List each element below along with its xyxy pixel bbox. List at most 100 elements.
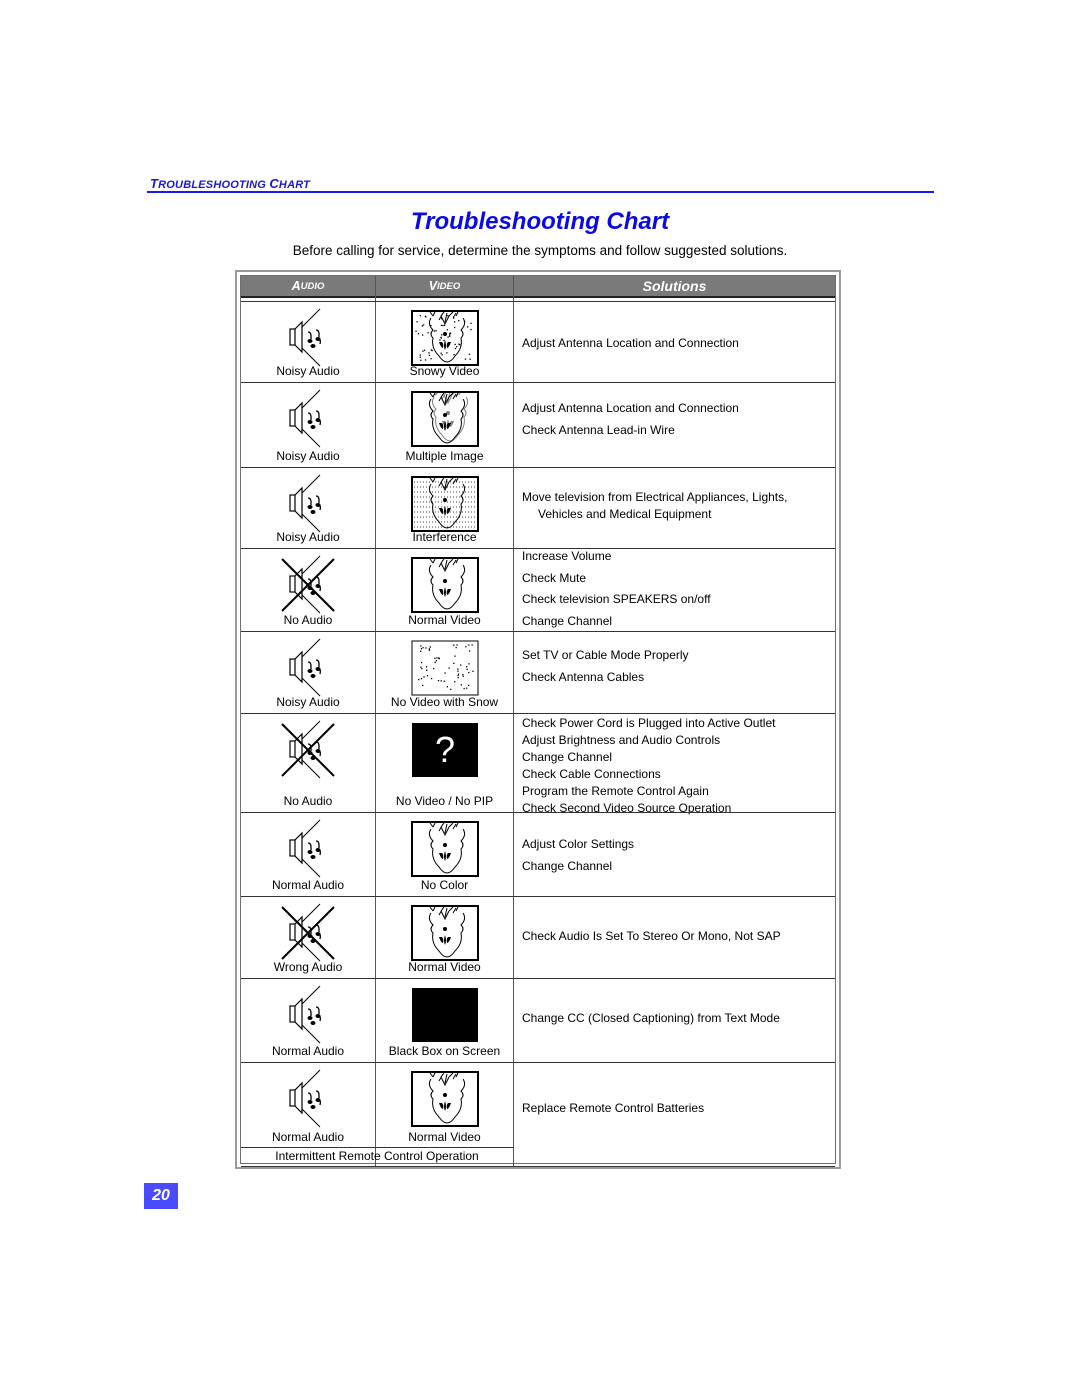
header-rule — [147, 191, 934, 193]
audio-symptom: Normal Audio — [271, 1130, 345, 1144]
running-head-text: ROUBLESHOOTING — [158, 179, 270, 191]
solution-item: Vehicles and Medical Equipment — [538, 507, 712, 521]
noisy-speaker-icon — [278, 389, 338, 454]
noisy-speaker-icon — [278, 985, 338, 1050]
audio-symptom: Noisy Audio — [276, 449, 340, 463]
header-text: UDIO — [300, 280, 325, 292]
audio-symptom: Noisy Audio — [276, 530, 340, 544]
question-tv-icon: ? — [411, 722, 479, 783]
page-title: Troubleshooting Chart — [410, 208, 670, 235]
audio-cell: Noisy Audio — [241, 302, 375, 382]
running-head-text: T — [150, 176, 159, 191]
solution-item: Program the Remote Control Again — [522, 784, 709, 798]
video-symptom: Normal Video — [408, 1130, 481, 1144]
video-symptom: No Color — [420, 878, 469, 892]
solutions-cell: Replace Remote Control Batteries — [520, 1063, 835, 1166]
solution-item: Change Channel — [522, 750, 613, 764]
solutions-cell: Adjust Antenna Location and Connection — [520, 302, 835, 382]
black-box-tv-icon — [411, 987, 479, 1048]
solution-item: Adjust Antenna Location and Connection — [522, 401, 739, 415]
column-header-solutions: Solutions — [514, 276, 835, 298]
video-symptom: No Video / No PIP — [395, 794, 494, 808]
audio-symptom: Normal Audio — [271, 878, 345, 892]
noisy-speaker-icon — [278, 819, 338, 884]
audio-cell: Noisy Audio — [241, 383, 375, 467]
solution-item: Increase Volume — [522, 549, 612, 563]
audio-cell: No Audio — [241, 714, 375, 812]
audio-cell: Noisy Audio — [241, 468, 375, 548]
normal-tv-icon — [410, 821, 479, 882]
video-symptom: No Video with Snow — [390, 695, 499, 709]
video-symptom: Black Box on Screen — [388, 1044, 501, 1058]
solution-item: Check television SPEAKERS on/off — [522, 592, 711, 606]
snowy-tv-icon — [410, 310, 479, 371]
table-row: No Audio ? No Video / No PIP Check Power… — [241, 714, 835, 815]
table-row: Noisy Audio Snowy Video Adjust Antenna L… — [241, 302, 835, 382]
video-symptom: Multiple Image — [405, 449, 484, 463]
running-head-text: HART — [278, 179, 311, 191]
solution-item: Adjust Brightness and Audio Controls — [522, 733, 721, 747]
column-header-audio: A UDIO — [241, 276, 375, 298]
audio-symptom: No Audio — [283, 613, 333, 627]
solution-item: Check Audio Is Set To Stereo Or Mono, No… — [522, 929, 781, 943]
audio-cell: Normal Audio — [241, 813, 375, 896]
header-text: IDEO — [437, 280, 461, 292]
video-symptom: Normal Video — [408, 613, 481, 627]
solutions-cell: Check Audio Is Set To Stereo Or Mono, No… — [520, 897, 835, 978]
table-row: Normal Audio No Color Adjust Color Setti… — [241, 813, 835, 896]
table-row: Noisy Audio No Video with Snow Set TV or… — [241, 632, 835, 713]
muted-speaker-icon — [278, 903, 338, 968]
header-text: A — [291, 279, 301, 293]
video-cell: Normal Video — [376, 549, 513, 631]
row-divider — [241, 1166, 835, 1167]
video-cell: Normal Video — [376, 897, 513, 978]
audio-symptom: No Audio — [283, 794, 333, 808]
audio-cell: Noisy Audio — [241, 632, 375, 713]
ghost-tv-icon — [410, 390, 479, 452]
running-head: TROUBLESHOOTING CHART — [150, 176, 310, 191]
solution-item: Check Antenna Lead-in Wire — [522, 423, 675, 437]
table-row: Wrong Audio Normal Video Check Audio Is … — [241, 897, 835, 978]
header-text: V — [428, 279, 438, 293]
solution-item: Check Cable Connections — [522, 767, 661, 781]
intro-text: Before calling for service, determine th… — [292, 243, 788, 258]
video-symptom: Normal Video — [408, 960, 481, 974]
noisy-speaker-icon — [278, 1069, 338, 1134]
audio-symptom: Normal Audio — [271, 1044, 345, 1058]
solution-item: Check Antenna Cables — [522, 670, 645, 684]
table-row: Normal Audio Normal Video Replace Remote… — [241, 1063, 835, 1166]
solution-item: Change CC (Closed Captioning) from Text … — [522, 1011, 780, 1025]
audio-symptom: Noisy Audio — [276, 364, 340, 378]
solutions-cell: Change CC (Closed Captioning) from Text … — [520, 979, 835, 1062]
svg-text:?: ? — [434, 729, 454, 770]
combined-symptom: Intermittent Remote Control Operation — [275, 1149, 479, 1163]
page-number: 20 — [144, 1183, 178, 1209]
audio-symptom: Wrong Audio — [273, 960, 343, 974]
audio-cell: Normal Audio — [241, 979, 375, 1062]
normal-tv-icon — [410, 905, 479, 966]
muted-speaker-icon — [278, 555, 338, 620]
table-row: Noisy Audio Interference Move television… — [241, 468, 835, 548]
solution-item: Check Mute — [522, 571, 587, 585]
footer-divider — [241, 1147, 513, 1148]
solution-item: Move television from Electrical Applianc… — [522, 490, 788, 504]
video-cell: Black Box on Screen — [376, 979, 513, 1062]
normal-tv-icon — [410, 1071, 479, 1132]
solution-item: Adjust Antenna Location and Connection — [522, 336, 739, 350]
solutions-cell: Increase Volume Check Mute Check televisio… — [520, 549, 835, 631]
video-cell: Interference — [376, 468, 513, 548]
column-header-video: V IDEO — [376, 276, 513, 298]
video-cell: Snowy Video — [376, 302, 513, 382]
muted-speaker-icon — [278, 720, 338, 785]
solution-item: Check Power Cord is Plugged into Active … — [522, 716, 776, 730]
video-cell: ? No Video / No PIP — [376, 714, 513, 812]
video-symptom: Interference — [412, 530, 477, 544]
audio-cell: No Audio — [241, 549, 375, 631]
solutions-cell: Set TV or Cable Mode Properly Check Anten… — [520, 632, 835, 713]
noisy-speaker-icon — [278, 638, 338, 703]
solutions-cell: Adjust Antenna Location and Connection Ch… — [520, 383, 835, 467]
troubleshooting-table: A UDIO V IDEO Solutions Noisy Audio Snowy … — [235, 270, 841, 1169]
running-head-text: C — [269, 176, 279, 191]
table-row: No Audio Normal Video Increase Volume Che… — [241, 549, 835, 631]
audio-symptom: Noisy Audio — [276, 695, 340, 709]
